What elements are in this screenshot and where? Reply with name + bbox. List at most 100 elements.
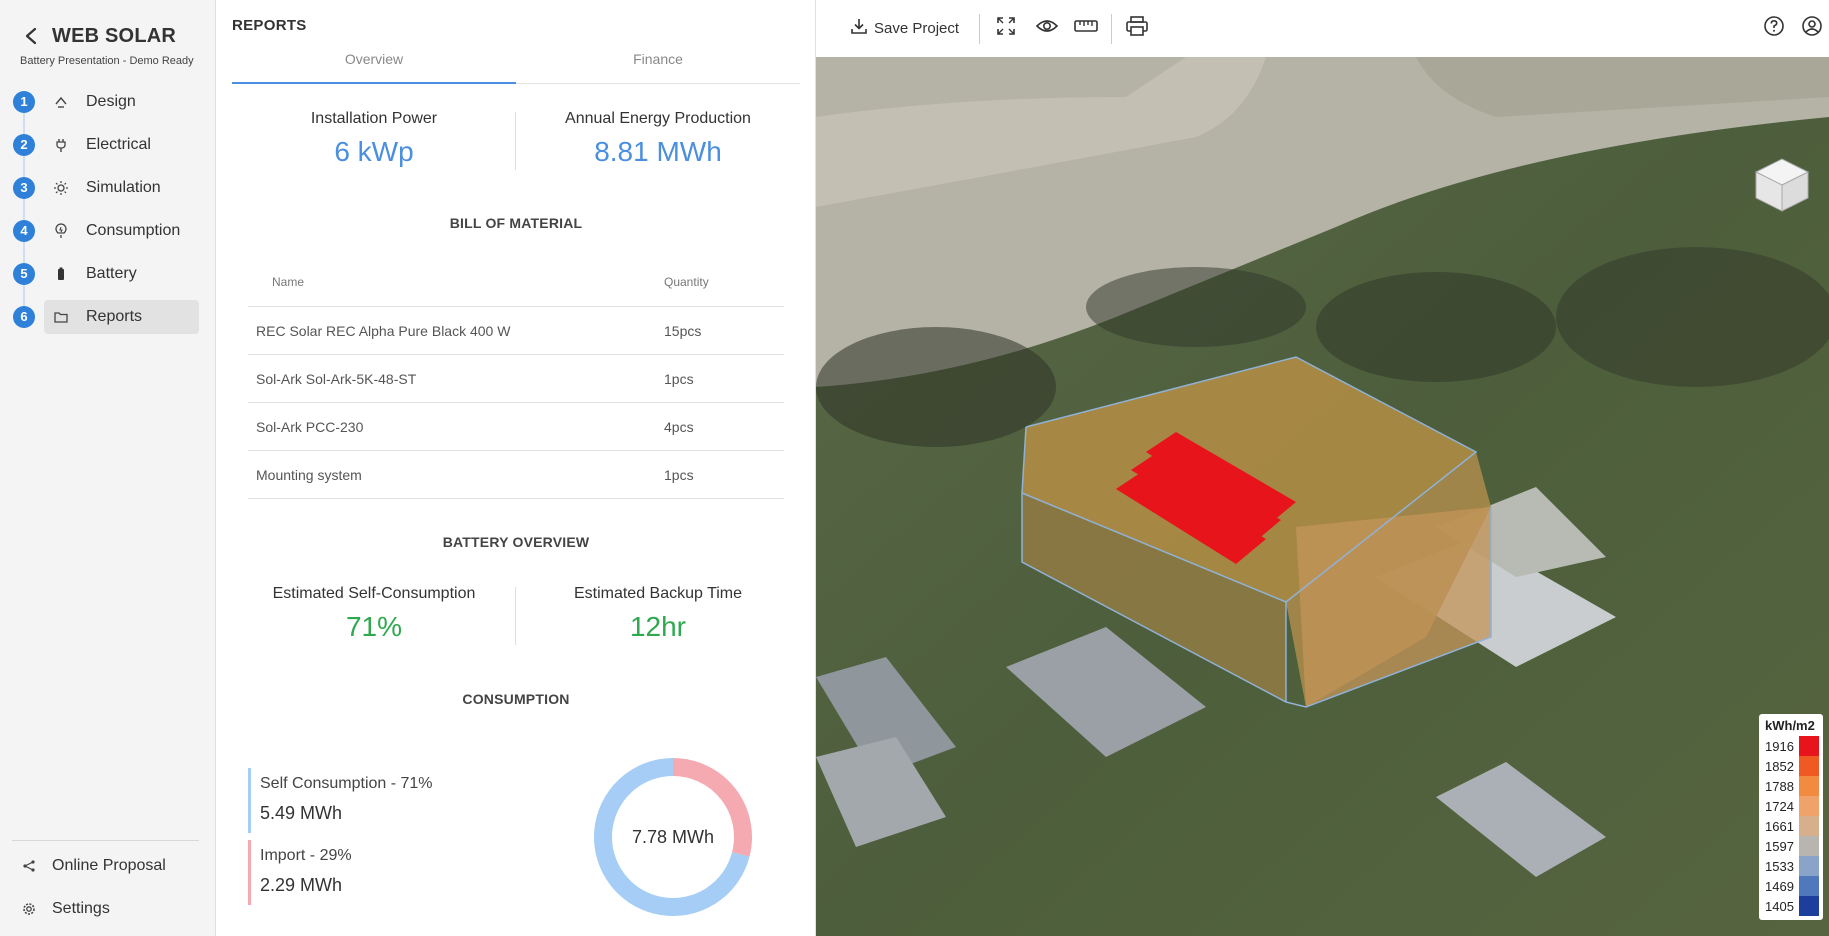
backup-time-kpi: Estimated Backup Time 12hr: [516, 585, 800, 663]
consumption-icon: [52, 222, 70, 240]
step-number: 6: [13, 305, 35, 328]
scale-value: 1788: [1765, 778, 1794, 794]
scale-swatch: [1799, 896, 1819, 916]
consumption-donut-chart: 7.78 MWh: [594, 758, 752, 916]
settings-link[interactable]: Settings: [20, 900, 110, 918]
bom-table: Name Quantity REC Solar REC Alpha Pure B…: [248, 258, 784, 499]
legend-swatch: [248, 768, 251, 833]
viewer-toolbar: Save Project: [816, 0, 1829, 57]
item-quantity: 1pcs: [664, 370, 694, 387]
kpi-label: Annual Energy Production: [565, 110, 751, 127]
step-number: 4: [13, 219, 35, 242]
print-icon: [1126, 16, 1148, 41]
legend-label: Self Consumption - 71%: [260, 775, 433, 792]
installation-power-kpi: Installation Power 6 kWp: [232, 110, 516, 188]
satellite-3d-scene[interactable]: [816, 57, 1829, 936]
scale-value: 1852: [1765, 758, 1794, 774]
share-icon: [20, 857, 38, 875]
scene-canvas: [816, 57, 1829, 936]
sun-icon: [52, 179, 70, 197]
kpi-value: 12hr: [629, 611, 687, 642]
visibility-button[interactable]: [1035, 17, 1059, 40]
panel-title: REPORTS: [232, 17, 307, 34]
reports-panel: REPORTS Overview Finance Installation Po…: [216, 0, 816, 936]
plug-icon: [52, 136, 70, 154]
legend-import: Import - 29% 2.29 MWh: [248, 840, 433, 905]
steps-nav: 1 Design 2 Electrical 3 Simulation 4 Con…: [0, 80, 216, 338]
report-tabs: Overview Finance: [232, 44, 800, 84]
download-icon: [850, 17, 868, 40]
tree-shadow: [816, 327, 1056, 447]
legend-value: 2.29 MWh: [260, 875, 343, 895]
sidebar-item-label: Design: [86, 92, 136, 110]
kpi-label: Estimated Backup Time: [573, 585, 743, 602]
consumption-legend: Self Consumption - 71% 5.49 MWh Import -…: [248, 768, 433, 905]
sidebar-item-design[interactable]: Design: [44, 85, 199, 119]
legend-self-consumption: Self Consumption - 71% 5.49 MWh: [248, 768, 433, 833]
ruler-icon: [1074, 19, 1098, 38]
item-name: Mounting system: [256, 466, 362, 483]
design-icon: [52, 93, 70, 111]
item-quantity: 4pcs: [664, 418, 694, 435]
header-name: Name: [272, 275, 305, 289]
sidebar-item-simulation[interactable]: Simulation: [44, 171, 199, 205]
item-name: Sol-Ark Sol-Ark-5K-48-ST: [256, 370, 417, 387]
sidebar-item-label: Reports: [86, 307, 143, 325]
legend-value: 5.49 MWh: [260, 803, 343, 823]
sidebar-item-battery[interactable]: Battery: [44, 257, 199, 291]
fullscreen-button[interactable]: [996, 16, 1016, 41]
annual-energy-kpi: Annual Energy Production 8.81 MWh: [516, 110, 800, 188]
scale-swatch: [1799, 856, 1819, 876]
scale-swatch: [1799, 736, 1819, 756]
account-icon: [1801, 15, 1823, 42]
step-simulation: 3 Simulation: [0, 166, 216, 209]
scale-swatch: [1799, 756, 1819, 776]
scale-value: 1597: [1765, 838, 1794, 854]
sidebar-item-consumption[interactable]: Consumption: [44, 214, 199, 248]
table-row: REC Solar REC Alpha Pure Black 400 W 15p…: [248, 307, 784, 355]
battery-kpis: Estimated Self-Consumption 71% Estimated…: [232, 585, 800, 663]
sidebar-item-label: Electrical: [86, 135, 151, 153]
consumption-title: CONSUMPTION: [462, 691, 570, 707]
step-number: 5: [13, 262, 35, 285]
help-button[interactable]: [1763, 15, 1785, 42]
scale-value: 1533: [1765, 858, 1794, 874]
measure-button[interactable]: [1074, 19, 1098, 38]
scale-row: 1597: [1765, 836, 1819, 856]
tree-shadow: [1556, 247, 1829, 387]
print-button[interactable]: [1126, 16, 1148, 41]
item-name: REC Solar REC Alpha Pure Black 400 W: [256, 322, 511, 339]
step-electrical: 2 Electrical: [0, 123, 216, 166]
app-title: WEB SOLAR: [52, 24, 177, 47]
scale-row: 1405: [1765, 896, 1819, 916]
scale-title: kWh/m2: [1765, 718, 1815, 733]
legend-swatch: [248, 840, 251, 905]
scale-row: 1724: [1765, 796, 1819, 816]
sidebar-divider: [12, 840, 199, 841]
tab-finance[interactable]: Finance: [516, 44, 800, 83]
irradiance-scale: kWh/m2 1916 1852 1788 1724 1661 1597 1533 1469 1…: [1759, 714, 1823, 920]
sidebar-item-electrical[interactable]: Electrical: [44, 128, 199, 162]
scale-row: 1661: [1765, 816, 1819, 836]
sidebar-item-label: Simulation: [86, 178, 161, 196]
scale-row: 1916: [1765, 736, 1819, 756]
sidebar: WEB SOLAR Battery Presentation - Demo Re…: [0, 0, 216, 936]
account-button[interactable]: [1801, 15, 1823, 42]
production-kpis: Installation Power 6 kWp Annual Energy P…: [232, 110, 800, 188]
scale-swatch: [1799, 796, 1819, 816]
self-consumption-kpi: Estimated Self-Consumption 71%: [232, 585, 516, 663]
fullscreen-icon: [996, 16, 1016, 41]
sidebar-item-label: Consumption: [86, 221, 181, 239]
online-proposal-link[interactable]: Online Proposal: [20, 857, 166, 875]
legend-label: Import - 29%: [260, 847, 352, 864]
sidebar-item-reports[interactable]: Reports: [44, 299, 199, 334]
scale-swatch: [1799, 816, 1819, 836]
tab-overview[interactable]: Overview: [232, 44, 516, 84]
scale-value: 1661: [1765, 818, 1794, 834]
save-project-button[interactable]: Save Project: [850, 17, 959, 40]
item-name: Sol-Ark PCC-230: [256, 418, 364, 435]
back-arrow-icon[interactable]: [20, 24, 44, 48]
scale-row: 1852: [1765, 756, 1819, 776]
step-design: 1 Design: [0, 80, 216, 123]
tree-shadow: [1316, 272, 1556, 382]
